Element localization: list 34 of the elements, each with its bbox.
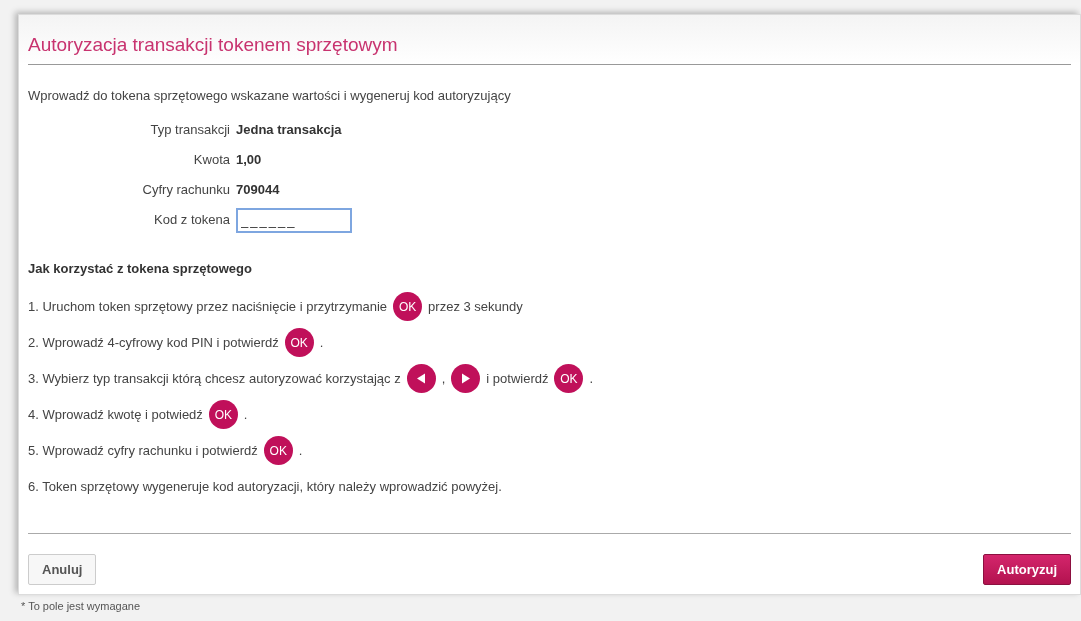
field-label: Kod z tokena bbox=[153, 211, 231, 230]
step-text: . bbox=[589, 369, 594, 388]
step-text: , bbox=[441, 369, 446, 388]
ok-key: OK bbox=[554, 364, 584, 393]
intro-text: Wprowadź do tokena sprzętowego wskazane wartości i wygeneruj kod autoryzujący bbox=[28, 86, 512, 105]
step-text: 5. Wprowadź cyfry rachunku i potwierdź bbox=[28, 441, 258, 460]
step-text: 1. Uruchom token sprzętowy przez naciśnięcie i przytrzymanie bbox=[28, 297, 388, 316]
step-text: . bbox=[298, 441, 303, 460]
authorize-button[interactable]: Autoryzuj bbox=[983, 554, 1071, 585]
step-text: 3. Wybierz typ transakcji którą chcesz autoryzować korzystając z bbox=[28, 369, 401, 388]
step-text: przez 3 sekundy bbox=[428, 297, 523, 316]
step-text: 6. Token sprzętowy wygeneruje kod autoryzacji, który należy wprowadzić powyżej. bbox=[28, 477, 502, 496]
field-label: Kwota bbox=[192, 151, 231, 170]
step-text: . bbox=[243, 405, 248, 424]
token-code-field[interactable]: ______ bbox=[236, 207, 352, 233]
field-value: Jedna transakcja bbox=[236, 121, 342, 140]
cancel-button[interactable]: Anuluj bbox=[28, 554, 97, 585]
required-field-note: * To pole jest wymagane bbox=[21, 599, 142, 614]
step-text: i potwierdź bbox=[486, 369, 549, 388]
step-text: . bbox=[319, 333, 324, 352]
ok-key: OK bbox=[208, 400, 238, 429]
right-arrow-key-icon bbox=[451, 364, 481, 393]
ok-key: OK bbox=[284, 328, 314, 357]
field-label: Cyfry rachunku bbox=[141, 181, 231, 200]
step-text: 4. Wprowadź kwotę i potwiedź bbox=[28, 405, 203, 424]
field-value: 1,00 bbox=[236, 151, 262, 170]
field-label: Typ transakcji bbox=[149, 121, 231, 140]
ok-key: OK bbox=[393, 292, 423, 321]
instructions-heading: Jak korzystać z tokena sprzętowego bbox=[28, 260, 253, 278]
field-value: 709044 bbox=[236, 181, 280, 200]
step-text: 2. Wprowadź 4-cyfrowy kod PIN i potwierdź bbox=[28, 333, 279, 352]
ok-key: OK bbox=[263, 436, 293, 465]
left-arrow-key-icon bbox=[406, 364, 436, 393]
dialog-title: Autoryzacja transakcji tokenem sprzętowym bbox=[28, 31, 1071, 65]
